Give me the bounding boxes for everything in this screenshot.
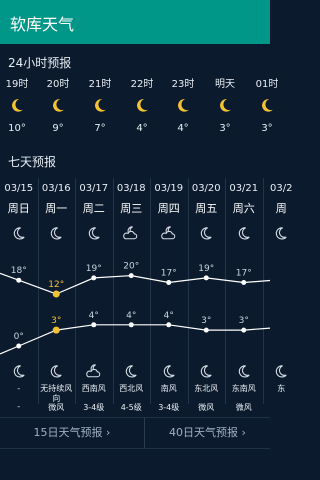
daily-weekday: 周一 [45, 202, 68, 215]
hourly-forecast[interactable]: 19时 10° 20时 9° 21时 7° 22时 4° 23时 4° 明天 3° 01时 3° [0, 78, 279, 148]
daily-date: 03/17 [79, 183, 109, 194]
crescent-moon-icon [0, 362, 38, 380]
daily-wind-direction: - [17, 384, 21, 393]
crescent-moon-icon [150, 362, 188, 380]
daily-date: 03/20 [191, 183, 221, 194]
crescent-moon-icon [0, 224, 38, 242]
hourly-item: 19时 10° [0, 78, 39, 136]
crescent-moon-icon [263, 362, 301, 380]
crescent-moon-icon [75, 224, 113, 242]
hourly-time: 22时 [130, 79, 154, 90]
hourly-temp: 7° [94, 123, 106, 134]
daily-date: 03/2 [270, 183, 293, 194]
hourly-item: 01时 3° [245, 78, 289, 136]
daily-weekday: 周二 [82, 202, 105, 215]
hourly-time: 23时 [171, 79, 195, 90]
daily-wind-level: 微风 [198, 403, 215, 412]
fifteen-day-forecast-button[interactable]: 15日天气预报 › [0, 418, 144, 448]
daily-date: 03/21 [229, 183, 259, 194]
crescent-moon-icon [188, 224, 226, 242]
daily-weekday: 周 [275, 202, 287, 215]
daily-wind-direction: 西南风 [81, 384, 106, 393]
daily-wind-direction: 东南风 [231, 384, 256, 393]
hourly-time: 21时 [88, 79, 112, 90]
daily-wind-direction: 东 [277, 384, 286, 393]
daily-date: 03/19 [154, 183, 184, 194]
chevron-right-icon: › [238, 426, 246, 439]
daily-date: 03/15 [4, 183, 34, 194]
daily-weekday: 周六 [232, 202, 255, 215]
daily-column: 03/17 周二西南风 3-4级 [75, 178, 114, 412]
hourly-time: 01时 [255, 79, 279, 90]
daily-column: 03/19 周四南风 3-4级 [150, 178, 189, 412]
daily-wind-direction: 无持续风向 [40, 384, 73, 403]
daily-wind-direction: 东北风 [194, 384, 219, 393]
daily-wind-level: 3-4级 [83, 403, 105, 412]
daily-wind-level: 3-4级 [158, 403, 180, 412]
crescent-moon-icon [188, 362, 226, 380]
crescent-moon-icon [78, 92, 122, 118]
crescent-moon-icon [225, 362, 263, 380]
hourly-temp: 10° [8, 123, 26, 134]
hourly-time: 20时 [46, 79, 70, 90]
daily-column: 03/15 周日 - - [0, 178, 39, 411]
cloudy-night-icon [75, 362, 113, 380]
daily-wind-level: 微风 [235, 403, 252, 412]
app-title: 软库天气 [10, 15, 75, 34]
crescent-moon-icon [161, 92, 205, 118]
hourly-item: 明天 3° [203, 78, 247, 136]
app-bar: 软库天气 [0, 0, 270, 44]
daily-wind-direction: 南风 [160, 384, 177, 393]
hourly-section-title: 24小时预报 [8, 56, 72, 70]
daily-column: 03/2 周东 [263, 178, 301, 404]
hourly-temp: 4° [177, 123, 189, 134]
daily-column: 03/20 周五东北风微风 [188, 178, 226, 412]
daily-section-title: 七天预报 [8, 155, 57, 169]
chevron-right-icon: › [102, 426, 111, 439]
crescent-moon-icon [0, 92, 39, 118]
hourly-temp: 9° [52, 123, 64, 134]
crescent-moon-icon [38, 224, 76, 242]
forty-day-label: 40日天气预报 [169, 426, 239, 439]
crescent-moon-icon [38, 362, 76, 380]
hourly-time: 19时 [5, 79, 29, 90]
bottom-bar: 15日天气预报 › 40日天气预报 › [0, 417, 270, 449]
daily-weekday: 周五 [195, 202, 218, 215]
crescent-moon-icon [203, 92, 247, 118]
cloudy-night-icon [113, 224, 151, 242]
daily-date: 03/18 [116, 183, 146, 194]
daily-weekday: 周三 [120, 202, 143, 215]
daily-wind-level: 微风 [48, 403, 65, 412]
forty-day-forecast-button[interactable]: 40日天气预报 › [145, 418, 270, 448]
crescent-moon-icon [225, 224, 263, 242]
hourly-temp: 4° [136, 123, 148, 134]
hourly-item: 23时 4° [161, 78, 205, 136]
daily-weekday: 周四 [157, 202, 180, 215]
daily-column: 03/21 周六东南风微风 [225, 178, 264, 412]
daily-weekday: 周日 [7, 202, 30, 215]
daily-wind-level: - [17, 402, 21, 411]
daily-wind-direction: 西北风 [119, 384, 144, 393]
hourly-item: 20时 9° [36, 78, 80, 136]
daily-forecast[interactable]: 03/15 周日 - -03/16 周一 无持续风向 微风 03/17 周二 西南风 3-4级 03/… [0, 178, 292, 412]
crescent-moon-icon [36, 92, 80, 118]
daily-column: 03/18 周三西北风 4-5级 [113, 178, 151, 412]
cloudy-night-icon [150, 224, 188, 242]
hourly-temp: 3° [219, 123, 231, 134]
daily-column: 03/16 周一无持续风向 微风 [38, 178, 76, 412]
fifteen-day-label: 15日天气预报 [33, 426, 103, 439]
hourly-item: 21时 7° [78, 78, 122, 136]
crescent-moon-icon [113, 362, 151, 380]
crescent-moon-icon [245, 92, 289, 118]
crescent-moon-icon [120, 92, 164, 118]
daily-wind-level: 4-5级 [120, 403, 142, 412]
hourly-time: 明天 [215, 79, 235, 90]
hourly-item: 22时 4° [120, 78, 164, 136]
hourly-temp: 3° [261, 123, 273, 134]
crescent-moon-icon [263, 224, 301, 242]
daily-date: 03/16 [41, 183, 71, 194]
